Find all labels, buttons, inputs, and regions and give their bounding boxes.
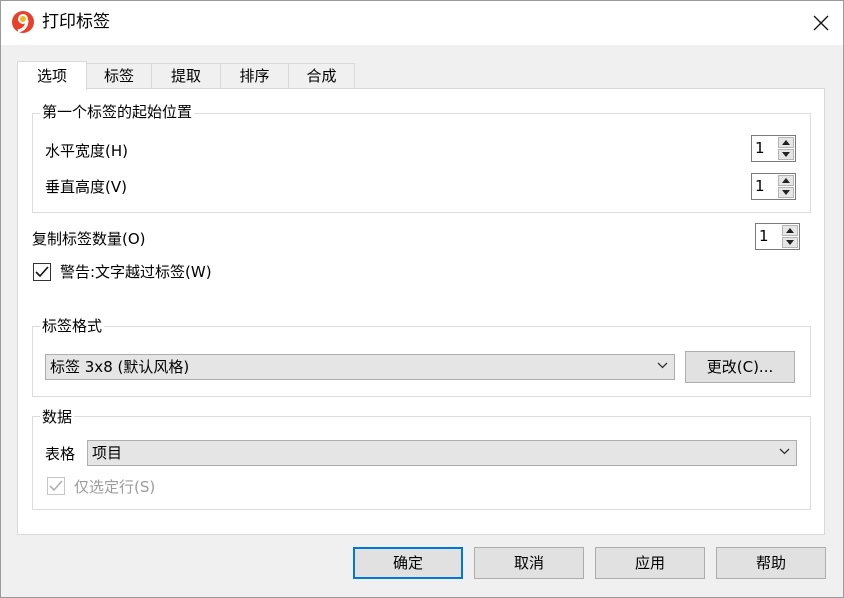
table-select[interactable]: 项目: [87, 440, 797, 466]
ok-button[interactable]: 确定: [353, 547, 463, 579]
title-bar: 打印标签: [0, 0, 844, 45]
vertical-height-down-button[interactable]: [778, 187, 794, 198]
copies-stepper[interactable]: 1: [755, 223, 800, 250]
change-format-button[interactable]: 更改(C)...: [685, 351, 795, 383]
selected-rows-only-label[interactable]: 仅选定行(S): [74, 477, 155, 497]
horizontal-width-stepper[interactable]: 1: [751, 135, 796, 162]
app-logo-icon: [12, 11, 34, 33]
horizontal-width-up-button[interactable]: [778, 137, 794, 148]
close-icon: [813, 15, 829, 30]
arrow-up-icon: [782, 178, 790, 183]
chevron-down-icon: [779, 448, 790, 455]
data-group-label: 数据: [40, 408, 75, 426]
arrow-down-icon: [782, 152, 790, 157]
copies-up-button[interactable]: [782, 225, 798, 236]
horizontal-width-value[interactable]: 1: [755, 138, 765, 159]
window-title: 打印标签: [42, 12, 110, 32]
arrow-down-icon: [786, 240, 794, 245]
cancel-button[interactable]: 取消: [474, 547, 584, 579]
tab-sort[interactable]: 排序: [220, 63, 289, 89]
tab-options[interactable]: 选项: [17, 61, 87, 90]
copies-down-button[interactable]: [782, 237, 798, 248]
tab-extract[interactable]: 提取: [151, 63, 221, 89]
copies-value[interactable]: 1: [759, 226, 769, 247]
label-format-selected: 标签 3x8 (默认风格): [50, 358, 190, 376]
selected-rows-only-checkbox[interactable]: [47, 477, 65, 495]
vertical-height-up-button[interactable]: [778, 175, 794, 186]
label-format-group-label: 标签格式: [40, 317, 105, 335]
copies-label: 复制标签数量(O): [32, 230, 146, 248]
tab-label[interactable]: 标签: [86, 63, 152, 89]
start-position-group: [32, 113, 811, 213]
table-label: 表格: [45, 445, 76, 463]
apply-button[interactable]: 应用: [595, 547, 705, 579]
table-selected: 项目: [92, 444, 123, 462]
horizontal-width-down-button[interactable]: [778, 149, 794, 160]
chevron-down-icon: [657, 362, 668, 369]
tab-merge[interactable]: 合成: [288, 63, 355, 89]
warning-checkbox[interactable]: [33, 263, 51, 281]
checkmark-icon: [49, 480, 63, 492]
horizontal-width-label: 水平宽度(H): [45, 142, 128, 160]
label-format-select[interactable]: 标签 3x8 (默认风格): [45, 354, 675, 380]
vertical-height-stepper[interactable]: 1: [751, 173, 796, 200]
options-tab-panel: 第一个标签的起始位置 水平宽度(H) 1 垂直高度(V) 1 复制标签数量(O)…: [17, 88, 825, 535]
arrow-down-icon: [782, 190, 790, 195]
close-button[interactable]: [798, 0, 844, 45]
vertical-height-value[interactable]: 1: [755, 176, 765, 197]
help-button[interactable]: 帮助: [716, 547, 826, 579]
arrow-up-icon: [782, 140, 790, 145]
warning-label[interactable]: 警告:文字越过标签(W): [60, 262, 212, 282]
checkmark-icon: [35, 266, 49, 278]
start-position-group-label: 第一个标签的起始位置: [40, 103, 195, 121]
vertical-height-label: 垂直高度(V): [45, 178, 127, 196]
arrow-up-icon: [786, 228, 794, 233]
